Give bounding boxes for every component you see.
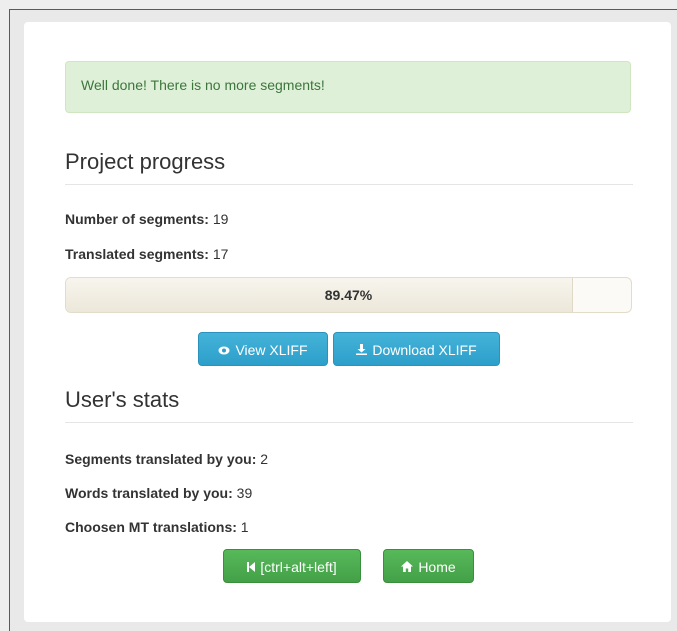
user-words-value: 39: [236, 485, 253, 501]
view-xliff-label: View XLIFF: [235, 342, 308, 358]
previous-button[interactable]: [ctrl+alt+left]: [223, 549, 361, 583]
download-xliff-label: Download XLIFF: [372, 342, 477, 358]
previous-label: [ctrl+alt+left]: [260, 559, 337, 575]
mt-translations-label: Choosen MT translations:: [65, 519, 237, 535]
users-stats-heading: User's stats: [65, 387, 180, 412]
home-label: Home: [418, 559, 456, 575]
eye-icon: [218, 334, 230, 368]
translated-segments-value: 17: [212, 246, 229, 262]
mt-translations-row: Choosen MT translations: 1: [65, 518, 249, 536]
section-divider: [65, 422, 633, 423]
user-segments-value: 2: [260, 451, 269, 467]
translated-segments-label: Translated segments:: [65, 246, 209, 262]
step-backward-icon: [247, 551, 256, 585]
progress-bar: 89.47%: [65, 277, 632, 313]
translated-segments-row: Translated segments: 17: [65, 245, 228, 263]
user-segments-row: Segments translated by you: 2: [65, 450, 268, 468]
user-segments-label: Segments translated by you:: [65, 451, 257, 467]
segments-count-label: Number of segments:: [65, 211, 209, 227]
segments-count-row: Number of segments: 19: [65, 210, 228, 228]
progress-percentage: 89.47%: [324, 287, 373, 303]
mt-translations-value: 1: [240, 519, 249, 535]
content-panel: Well done! There is no more segments! Pr…: [24, 22, 671, 622]
user-words-row: Words translated by you: 39: [65, 484, 252, 502]
segments-count-value: 19: [212, 211, 229, 227]
home-button[interactable]: Home: [383, 549, 474, 583]
download-xliff-button[interactable]: Download XLIFF: [333, 332, 500, 366]
success-alert: Well done! There is no more segments!: [65, 61, 631, 113]
home-icon: [401, 551, 414, 585]
project-progress-heading: Project progress: [65, 149, 226, 174]
view-xliff-button[interactable]: View XLIFF: [198, 332, 328, 366]
user-words-label: Words translated by you:: [65, 485, 233, 501]
download-icon: [356, 334, 368, 368]
section-divider: [65, 184, 633, 185]
